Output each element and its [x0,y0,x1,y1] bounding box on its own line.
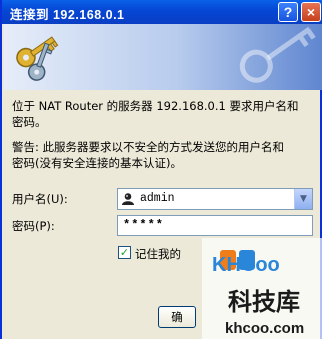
prompt-line-1: 位于 NAT Router 的服务器 192.168.0.1 要求用户名和 [12,99,299,113]
username-value: admin [140,192,175,205]
watermark-logo-text: KHCoo [212,254,280,276]
keys-icon [16,36,59,81]
password-label: 密码(P): [12,219,55,233]
warning-line-1: 警告: 此服务器要求以不安全的方式发送您的用户名和 [12,140,285,154]
banner-decoration-icon [239,26,316,83]
username-combobox[interactable]: admin ▼ [117,188,313,210]
prompt-line-2: 密码。 [12,115,47,129]
help-button[interactable]: ? [278,2,298,22]
warning-line-2: 密码(没有安全连接的基本认证)。 [12,156,182,170]
password-field[interactable]: ***** [117,215,313,236]
khcoo-watermark-logo: KHCoo 科技库 khcoo.com [202,238,322,339]
window-title: 连接到 192.168.0.1 [10,8,125,22]
banner [4,24,322,90]
remember-checkbox[interactable]: ✓ [118,246,131,259]
remember-label: 记住我的 [135,247,181,261]
watermark-url-text: khcoo.com [225,320,304,337]
chevron-down-icon[interactable]: ▼ [294,189,312,209]
watermark-cn-text: 科技库 [228,288,300,316]
username-label: 用户名(U): [12,192,68,206]
ok-button[interactable]: 确 [158,306,196,328]
password-value: ***** [123,218,165,232]
login-dialog: 连接到 192.168.0.1 ? × 位于 NAT Router 的服务器 1… [0,0,322,339]
user-icon [122,193,134,205]
title-bar[interactable]: 连接到 192.168.0.1 ? × [2,0,322,24]
close-button[interactable]: × [301,2,321,22]
